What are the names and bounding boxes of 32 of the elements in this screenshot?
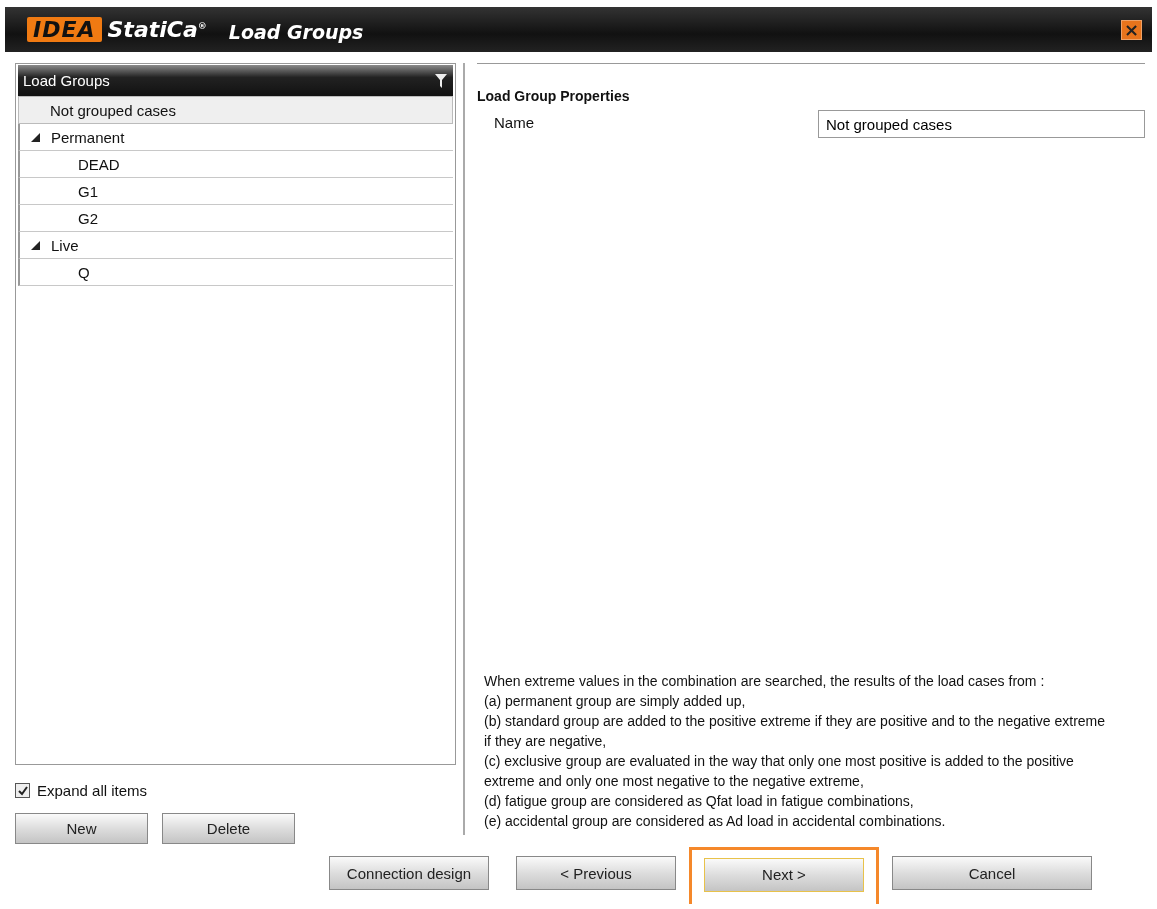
checkbox[interactable]: [15, 783, 30, 798]
description-text: When extreme values in the combination are searched, the results of the load cases from :: [484, 672, 1046, 691]
close-button[interactable]: ×: [1121, 20, 1142, 40]
tree-item[interactable]: Live: [18, 232, 453, 259]
field-label: Name: [494, 114, 534, 131]
tree-item[interactable]: Permanent: [18, 124, 453, 151]
filter-icon[interactable]: [435, 73, 447, 88]
logo-mark: IDEA: [27, 17, 102, 42]
expander-icon[interactable]: [31, 240, 40, 250]
tree-item[interactable]: Q: [18, 259, 453, 286]
tree-item[interactable]: G1: [18, 178, 453, 205]
footer-button[interactable]: Connection design: [329, 856, 489, 890]
description-text: (c) exclusive group are evaluated in the way that only one most positive is added to the positive extreme and only one most negative to the negative extreme,: [484, 752, 1075, 791]
tree-button[interactable]: New: [15, 813, 148, 844]
tree-header-label: Load Groups: [23, 72, 110, 89]
tree-item[interactable]: G2: [18, 205, 453, 232]
description-text: (e) accidental group are considered as Ad load in accidental combinations.: [484, 812, 947, 831]
tree-item[interactable]: DEAD: [18, 151, 453, 178]
footer-button[interactable]: Cancel: [892, 856, 1092, 890]
footer-button[interactable]: < Previous: [516, 856, 676, 890]
description-text: (b) standard group are added to the positive extreme if they are positive and to the negative extreme if they are negative,: [484, 712, 1107, 751]
description-text: (d) fatigue group are considered as Qfat load in fatigue combinations,: [484, 792, 915, 811]
brand-name: StatiCa$^{®}$: [107, 17, 207, 42]
name-field[interactable]: Not grouped cases: [818, 110, 1145, 138]
footer-button[interactable]: Next >: [704, 857, 864, 892]
checkbox-label[interactable]: Expand all items: [37, 782, 148, 799]
description-text: (a) permanent group are simply added up,: [484, 692, 747, 711]
section-heading: Load Group Properties: [477, 88, 631, 104]
tree-item[interactable]: Not grouped cases: [18, 96, 453, 124]
window-title: Load Groups: [228, 20, 364, 43]
tree-button[interactable]: Delete: [162, 813, 295, 844]
expander-icon[interactable]: [31, 132, 40, 142]
